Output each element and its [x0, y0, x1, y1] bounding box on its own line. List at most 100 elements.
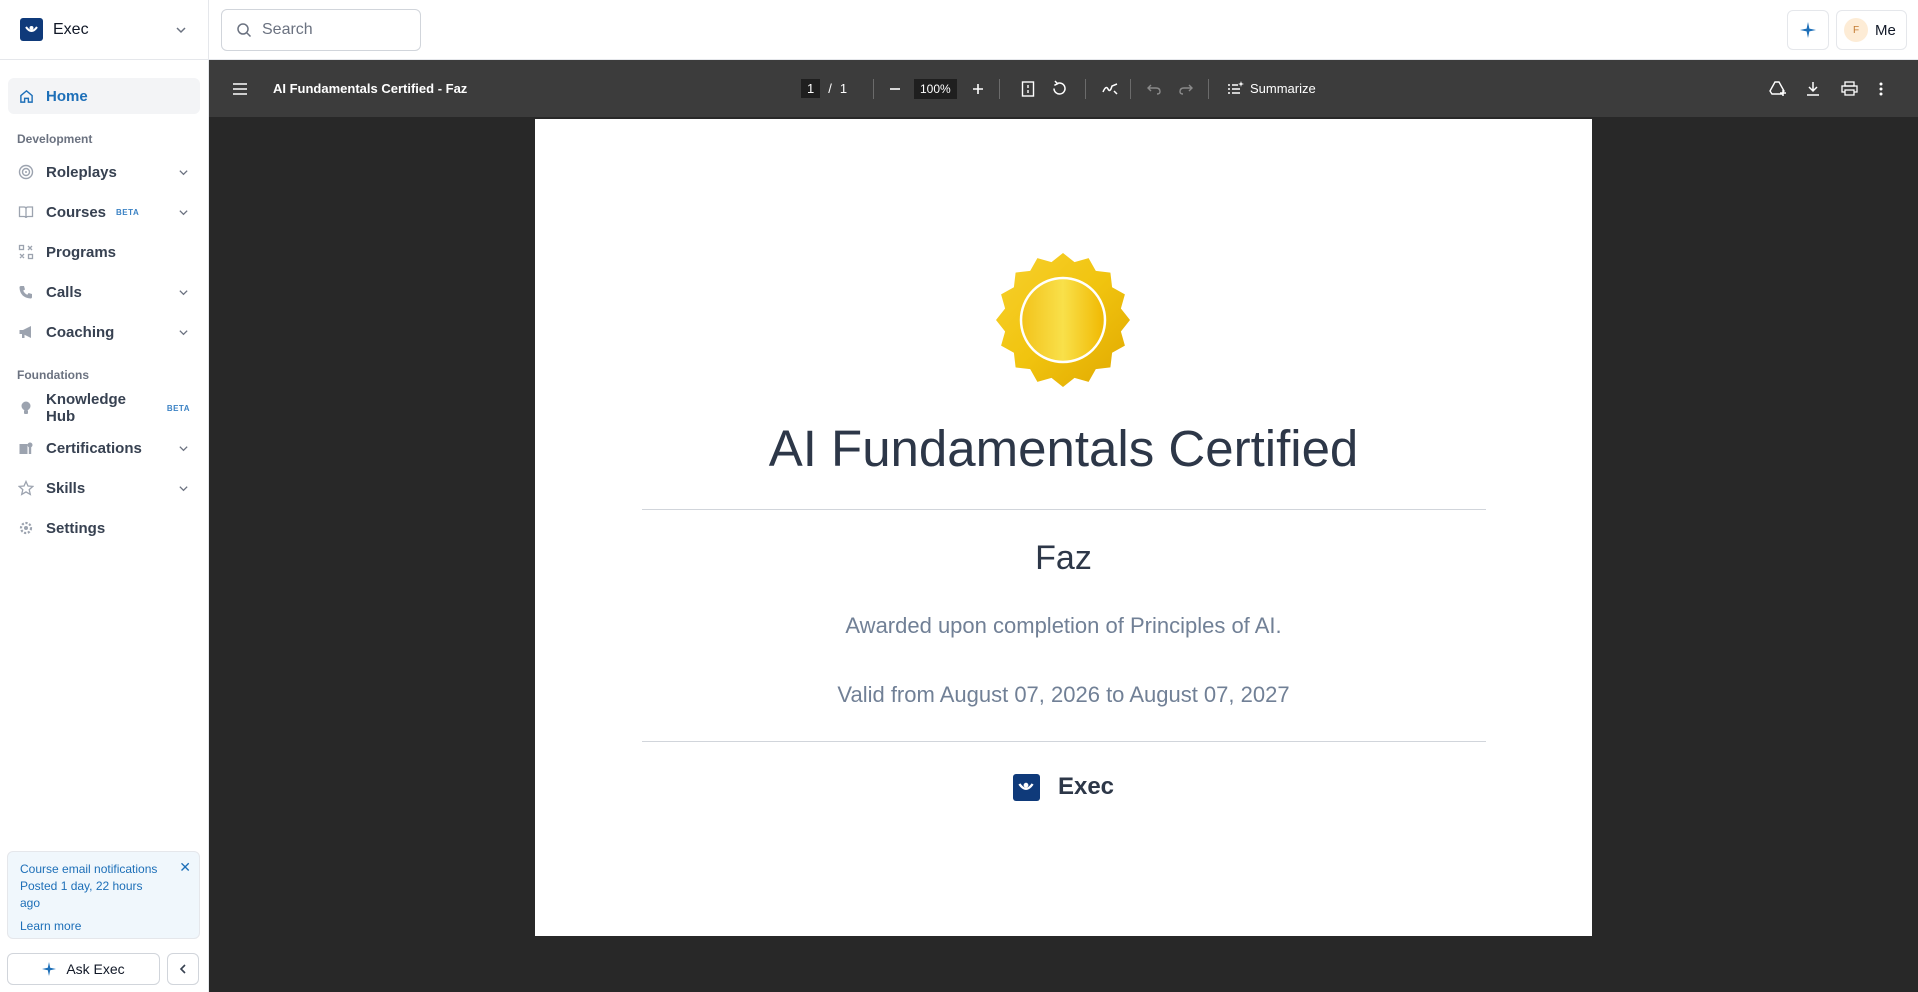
plus-icon	[972, 83, 984, 95]
sidebar: Exec Home Development Roleplays Courses …	[0, 0, 209, 992]
summarize-label: Summarize	[1250, 81, 1316, 96]
sidebar-item-settings[interactable]: Settings	[8, 510, 200, 546]
rotate-icon	[1051, 80, 1068, 97]
sidebar-item-label: Roleplays	[46, 163, 117, 181]
total-pages: 1	[839, 81, 848, 96]
sidebar-item-label: Home	[46, 87, 88, 105]
zoom-level[interactable]: 100%	[914, 60, 957, 117]
collapse-sidebar-button[interactable]	[167, 953, 199, 985]
download-button[interactable]	[1806, 60, 1820, 117]
pdf-viewer: AI Fundamentals Certified - Faz 1 / 1 10…	[209, 60, 1918, 992]
more-vertical-icon	[1879, 82, 1883, 96]
sidebar-item-certifications[interactable]: Certifications	[8, 430, 200, 466]
notification-card: ✕ Course email notifications Posted 1 da…	[7, 851, 200, 939]
summarize-icon	[1227, 81, 1244, 96]
sidebar-item-courses[interactable]: Courses BETA	[8, 194, 200, 230]
fit-page-button[interactable]	[1021, 60, 1035, 117]
more-options-button[interactable]	[1879, 60, 1883, 117]
seal-icon	[995, 252, 1131, 388]
avatar: F	[1844, 18, 1868, 42]
search-box[interactable]	[221, 9, 421, 51]
undo-icon	[1147, 83, 1161, 95]
close-icon[interactable]: ✕	[179, 859, 191, 876]
user-menu-button[interactable]: F Me	[1836, 10, 1907, 50]
sidebar-item-home[interactable]: Home	[8, 78, 200, 114]
section-development: Development	[17, 132, 93, 146]
certificate-page: AI Fundamentals Certified Faz Awarded up…	[535, 119, 1592, 936]
section-foundations: Foundations	[17, 368, 89, 382]
sidebar-item-label: Calls	[46, 283, 82, 301]
ask-exec-button[interactable]: Ask Exec	[7, 953, 160, 985]
undo-button[interactable]	[1147, 60, 1161, 117]
sidebar-item-label: Knowledge Hub	[46, 391, 127, 425]
chevron-down-icon[interactable]	[176, 285, 190, 299]
sidebar-item-calls[interactable]: Calls	[8, 274, 200, 310]
chevron-down-icon[interactable]	[176, 165, 190, 179]
current-page-input[interactable]: 1	[801, 79, 821, 98]
search-icon	[236, 22, 252, 38]
chevron-left-icon	[177, 963, 189, 975]
star-icon	[18, 480, 34, 496]
download-icon	[1806, 81, 1820, 96]
minus-icon	[889, 83, 901, 95]
workspace-switcher[interactable]: Exec	[0, 0, 208, 60]
summarize-button[interactable]: Summarize	[1227, 60, 1316, 117]
search-input[interactable]	[262, 21, 412, 39]
home-icon	[18, 88, 34, 104]
ask-exec-label: Ask Exec	[66, 961, 125, 977]
print-button[interactable]	[1841, 60, 1858, 117]
printer-icon	[1841, 81, 1858, 96]
sidebar-item-knowledge-hub[interactable]: Knowledge Hub BETA	[8, 390, 200, 426]
certificate-title: AI Fundamentals Certified	[768, 420, 1359, 477]
chevron-down-icon[interactable]	[176, 441, 190, 455]
chevron-down-icon[interactable]	[176, 325, 190, 339]
chevron-down-icon[interactable]	[176, 205, 190, 219]
exec-logo-icon	[20, 18, 43, 41]
sidebar-item-skills[interactable]: Skills	[8, 470, 200, 506]
notification-timestamp: Posted 1 day, 22 hours ago	[20, 879, 143, 910]
sidebar-item-programs[interactable]: Programs	[8, 234, 200, 270]
sidebar-item-label: Coaching	[46, 323, 115, 341]
toolbar-divider	[1208, 79, 1209, 99]
divider	[642, 509, 1486, 510]
draw-button[interactable]	[1102, 60, 1119, 117]
workspace-name: Exec	[53, 20, 89, 38]
document-title: AI Fundamentals Certified - Faz	[273, 81, 468, 96]
beta-badge: BETA	[166, 403, 190, 413]
route-icon	[18, 244, 34, 260]
toolbar-divider	[999, 79, 1000, 99]
toolbar-divider	[1085, 79, 1086, 99]
target-icon	[18, 164, 34, 180]
sparkle-action-button[interactable]	[1787, 10, 1829, 50]
zoom-input[interactable]: 100%	[914, 78, 957, 99]
pdf-toolbar: AI Fundamentals Certified - Faz 1 / 1 10…	[209, 60, 1918, 117]
menu-button[interactable]	[232, 60, 248, 117]
book-open-icon	[18, 204, 34, 220]
zoom-out-button[interactable]	[889, 60, 901, 117]
sidebar-item-coaching[interactable]: Coaching	[8, 314, 200, 350]
sidebar-item-label: Programs	[46, 243, 117, 261]
save-to-drive-button[interactable]	[1769, 60, 1787, 117]
redo-icon	[1179, 83, 1193, 95]
page-indicator: 1 / 1	[801, 60, 847, 117]
rotate-button[interactable]	[1051, 60, 1068, 117]
exec-logo-icon	[1012, 773, 1040, 801]
sidebar-item-label: Skills	[46, 479, 86, 497]
notification-title: Course email notifications	[20, 862, 158, 876]
zoom-in-button[interactable]	[972, 60, 984, 117]
learn-more-link[interactable]: Learn more	[20, 918, 187, 935]
top-bar: F Me	[209, 0, 1918, 60]
chevron-down-icon	[174, 23, 188, 37]
beta-badge: BETA	[116, 207, 140, 217]
megaphone-icon	[18, 324, 34, 340]
phone-icon	[18, 284, 34, 300]
sidebar-nav: Home Development Roleplays Courses BETA …	[0, 60, 208, 546]
chevron-down-icon[interactable]	[176, 481, 190, 495]
sidebar-item-label: Certifications	[46, 439, 142, 457]
toolbar-divider	[873, 79, 874, 99]
redo-button[interactable]	[1179, 60, 1193, 117]
fit-page-icon	[1021, 80, 1035, 97]
user-menu-label: Me	[1875, 21, 1896, 39]
sparkle-icon	[42, 962, 57, 976]
sidebar-item-roleplays[interactable]: Roleplays	[8, 154, 200, 190]
